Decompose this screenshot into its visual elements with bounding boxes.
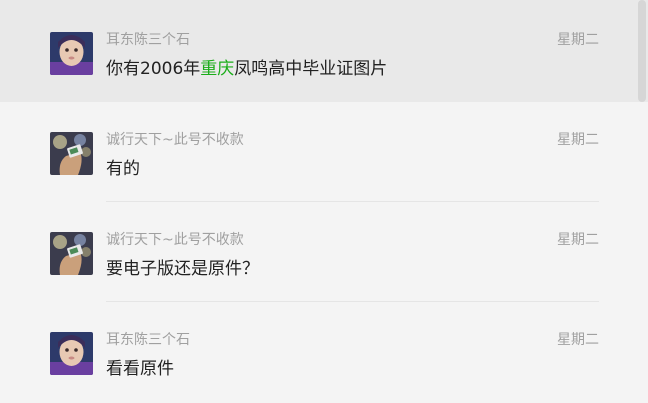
conversation-item[interactable]: 耳东陈三个石 星期二 看看原件 [0, 302, 648, 402]
message-day: 星期二 [557, 32, 599, 48]
conversation-item[interactable]: 耳东陈三个石 星期二 你有2006年重庆凤鸣高中毕业证图片 [0, 0, 648, 102]
message-day: 星期二 [557, 332, 599, 348]
avatar[interactable] [50, 32, 93, 75]
hand-card-avatar-icon [50, 232, 93, 275]
child-avatar-icon [50, 332, 93, 375]
message-day: 星期二 [557, 232, 599, 248]
sender-name: 耳东陈三个石 [106, 32, 190, 48]
message-part: 你有2006年 [106, 59, 201, 79]
avatar[interactable] [50, 132, 93, 175]
message-text: 要电子版还是原件？ [106, 259, 259, 279]
sender-name: 诚行天下~此号不收款 [106, 132, 244, 148]
sender-name: 耳东陈三个石 [106, 332, 190, 348]
message-part: 凤鸣高中毕业证图片 [234, 59, 388, 79]
conversation-list: 耳东陈三个石 星期二 你有2006年重庆凤鸣高中毕业证图片 诚行天下~此号不收款… [0, 0, 648, 402]
message-text: 看看原件 [106, 359, 174, 379]
highlighted-keyword: 重庆 [200, 59, 235, 79]
sender-name: 诚行天下~此号不收款 [106, 232, 244, 248]
message-text: 你有2006年重庆凤鸣高中毕业证图片 [106, 54, 387, 79]
hand-card-avatar-icon [50, 132, 93, 175]
avatar[interactable] [50, 232, 93, 275]
conversation-item[interactable]: 诚行天下~此号不收款 星期二 有的 [0, 102, 648, 202]
message-text: 有的 [106, 159, 140, 179]
message-day: 星期二 [557, 132, 599, 148]
child-avatar-icon [50, 32, 93, 75]
avatar[interactable] [50, 332, 93, 375]
scrollbar[interactable] [638, 0, 646, 102]
conversation-item[interactable]: 诚行天下~此号不收款 星期二 要电子版还是原件？ [0, 202, 648, 302]
chat-list-window: 耳东陈三个石 星期二 你有2006年重庆凤鸣高中毕业证图片 诚行天下~此号不收款… [0, 0, 648, 403]
